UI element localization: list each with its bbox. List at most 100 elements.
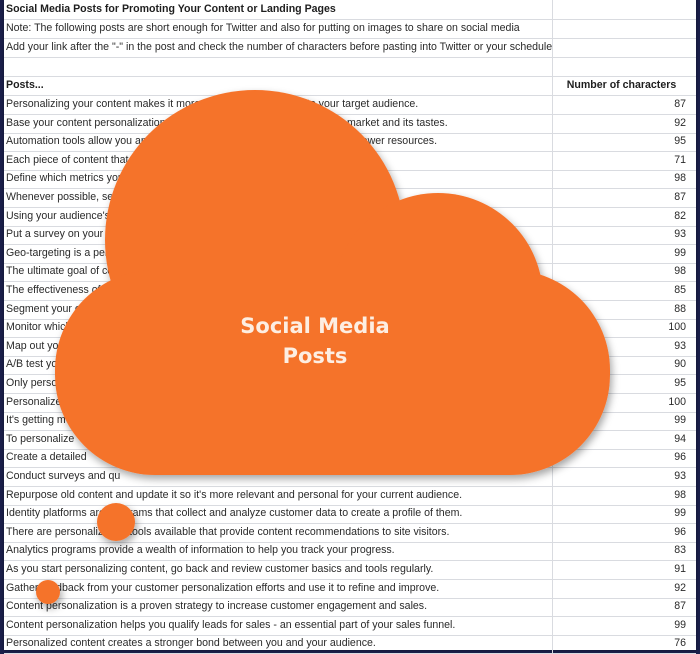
table-row: The effectiveness of con 85 [4,281,696,301]
post-text-cell[interactable]: Base your content personalization on obj… [6,114,552,133]
title-row: Social Media Posts for Promoting Your Co… [4,0,696,20]
table-row: Whenever possible, send personalized and… [4,188,696,208]
sheet-instruction[interactable]: Add your link after the "-" in the post … [6,38,552,57]
sheet-note[interactable]: Note: The following posts are short enou… [6,19,552,38]
blank-row [4,57,696,77]
character-count-cell[interactable]: 99 [552,411,690,431]
table-row: Automation tools allow you an easy way t… [4,132,696,153]
post-text-cell[interactable]: Using your audience's na [6,207,552,226]
character-count-cell[interactable]: 87 [552,188,690,207]
post-text-cell[interactable]: Automation tools allow you an easy way t… [6,132,552,151]
table-row: Base your content personalization on obj… [4,113,696,134]
character-count-cell[interactable]: 95 [552,374,690,393]
post-text-cell[interactable]: Geo-targeting is a perso [6,244,552,263]
post-text-cell[interactable]: Repurpose old content and update it so i… [6,486,552,505]
table-row: Put a survey on your site 93 [4,225,696,246]
character-count-cell[interactable]: 98 [552,262,690,282]
cloud-label-line2: Posts [282,344,348,368]
empty-cell[interactable] [552,38,690,57]
post-text-cell[interactable]: Personalized content creates a stronger … [6,634,552,653]
table-row: Content personalization helps you qualif… [4,615,696,636]
post-text-cell[interactable]: Personalizing your content makes it more… [6,95,552,114]
post-text-cell[interactable]: Content personalization is a proven stra… [6,597,552,616]
table-row: The ultimate goal of con 98 [4,262,696,283]
posts-column-header[interactable]: Posts... [6,76,552,95]
character-count-cell[interactable]: 95 [552,132,690,152]
character-count-cell[interactable]: 90 [552,355,690,375]
post-text-cell[interactable]: Gather feedback from your customer perso… [6,579,552,598]
post-text-cell[interactable]: There are personalization tools availabl… [6,523,552,542]
post-text-cell[interactable]: Personalize [6,393,552,412]
table-row: As you start personalizing content, go b… [4,560,696,580]
table-row: There are personalization tools availabl… [4,522,696,543]
table-row: Repurpose old content and update it so i… [4,485,696,506]
character-count-cell[interactable]: 85 [552,281,690,300]
character-count-cell[interactable]: 92 [552,113,690,133]
post-text-cell[interactable]: Create a detailed [6,448,552,467]
table-row: Content personalization is a proven stra… [4,597,696,618]
post-text-cell[interactable]: Whenever possible, send personalized and… [6,188,552,207]
table-row: Personalized content creates a stronger … [4,634,696,654]
character-count-cell[interactable]: 100 [552,318,690,338]
character-count-cell[interactable]: 93 [552,225,690,245]
character-count-cell[interactable]: 88 [552,299,690,319]
post-text-cell[interactable]: Analytics programs provide a wealth of i… [6,541,552,560]
table-row: Identity platforms are programs that col… [4,504,696,525]
character-count-cell[interactable]: 83 [552,541,690,561]
cloud-label: Social Media Posts [195,311,435,371]
character-count-cell[interactable]: 91 [552,560,690,579]
character-count-cell[interactable]: 96 [552,448,690,468]
character-count-cell[interactable]: 96 [552,522,690,542]
character-count-cell[interactable]: 98 [552,169,690,189]
post-text-cell[interactable]: Conduct surveys and qu [6,467,552,486]
post-text-cell[interactable]: Define which metrics you'll use to deter… [6,169,552,188]
empty-cell[interactable] [552,0,690,19]
header-row: Posts... Number of characters [4,76,696,96]
post-text-cell[interactable]: It's getting m [6,411,552,430]
table-row: Geo-targeting is a perso 99 [4,243,696,264]
character-count-cell[interactable]: 98 [552,485,690,505]
character-count-cell[interactable]: 71 [552,150,690,170]
table-row: Personalize 100 [4,392,696,413]
table-row: It's getting m 99 [4,411,696,432]
character-count-cell[interactable]: 93 [552,336,690,356]
character-count-cell[interactable]: 100 [552,392,690,412]
table-row: To personalize 94 [4,429,696,450]
table-row: Define which metrics you'll use to deter… [4,169,696,190]
characters-column-header[interactable]: Number of characters [552,76,690,95]
post-text-cell[interactable]: The ultimate goal of con [6,262,552,281]
post-text-cell[interactable]: Each piece of content that you [6,151,552,170]
table-row: Create a detailed 96 [4,448,696,469]
table-row: Only perso 95 [4,374,696,394]
character-count-cell[interactable]: 87 [552,597,690,617]
post-text-cell[interactable]: As you start personalizing content, go b… [6,560,552,579]
empty-cell[interactable] [552,57,690,76]
character-count-cell[interactable]: 99 [552,243,690,263]
table-row: Analytics programs provide a wealth of i… [4,541,696,562]
cloud-label-line1: Social Media [240,314,390,338]
character-count-cell[interactable]: 99 [552,615,690,635]
instruction-row: Add your link after the "-" in the post … [4,38,696,58]
table-row: Using your audience's na 82 [4,206,696,227]
table-row: Personalizing your content makes it more… [4,95,696,115]
character-count-cell[interactable]: 99 [552,504,690,524]
character-count-cell[interactable]: 93 [552,467,690,486]
character-count-cell[interactable]: 76 [552,634,690,654]
post-text-cell[interactable]: Only perso [6,374,552,393]
post-text-cell[interactable]: Content personalization helps you qualif… [6,616,552,635]
character-count-cell[interactable]: 94 [552,429,690,449]
note-row: Note: The following posts are short enou… [4,19,696,39]
sheet-title[interactable]: Social Media Posts for Promoting Your Co… [6,0,552,19]
table-row: Conduct surveys and qu 93 [4,467,696,487]
post-text-cell[interactable]: Identity platforms are programs that col… [6,504,552,523]
post-text-cell[interactable]: To personalize [6,430,552,449]
empty-cell[interactable] [6,57,552,76]
character-count-cell[interactable]: 92 [552,578,690,598]
character-count-cell[interactable]: 82 [552,206,690,226]
post-text-cell[interactable]: The effectiveness of con [6,281,552,300]
table-row: Gather feedback from your customer perso… [4,578,696,599]
post-text-cell[interactable]: Put a survey on your site [6,225,552,244]
character-count-cell[interactable]: 87 [552,95,690,114]
empty-cell[interactable] [552,19,690,38]
table-row: Each piece of content that you 71 [4,150,696,171]
